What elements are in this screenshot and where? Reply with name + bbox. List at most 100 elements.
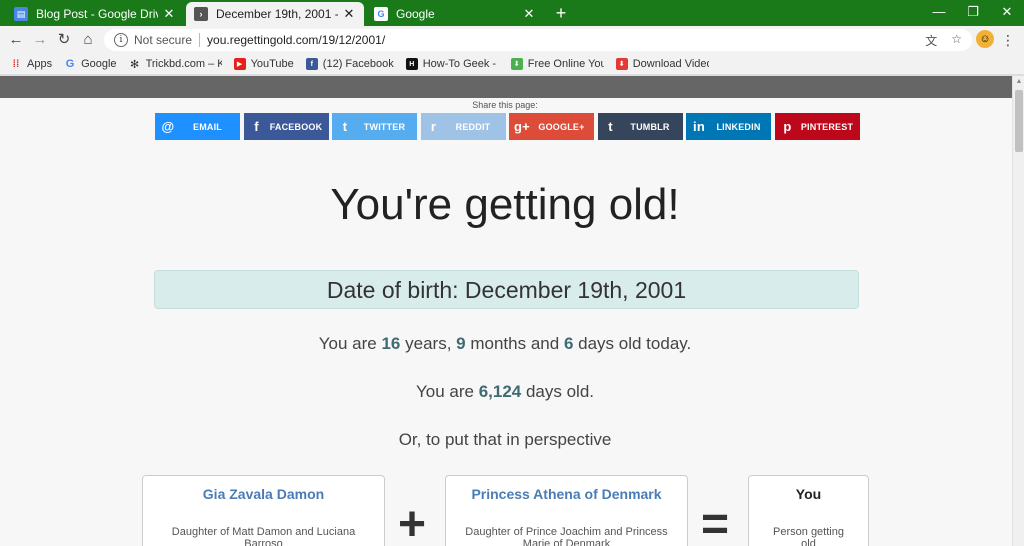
- share-linkedin-button[interactable]: in LINKEDIN: [686, 113, 771, 140]
- facebook-icon: f: [254, 119, 259, 134]
- bookmark-download-video[interactable]: ⬇ Download Video and: [615, 58, 709, 70]
- bookmark-label: Trickbd.com – Know T: [145, 58, 222, 70]
- share-label-text: EMAIL: [193, 121, 222, 132]
- tab-you-re-getting-old[interactable]: › December 19th, 2001 - You're Ge ✕: [186, 2, 364, 26]
- browser-toolbar: ← → ↻ ⌂ i Not secure you.regettingold.co…: [0, 26, 1024, 54]
- person-name[interactable]: Gia Zavala Damon: [143, 486, 384, 502]
- tab-close-icon[interactable]: ✕: [162, 6, 176, 22]
- bookmark-label: Free Online YouTube: [527, 58, 604, 70]
- age-days-label: days old today.: [578, 334, 692, 353]
- download-video-icon: ⬇: [615, 58, 628, 70]
- download-arrow-icon: ⬇: [510, 58, 523, 70]
- share-email-button[interactable]: @ EMAIL: [155, 113, 240, 140]
- bookmark-youtube[interactable]: ▶ YouTube: [233, 58, 294, 70]
- share-tumblr-button[interactable]: t TUMBLR: [597, 113, 683, 140]
- bookmark-howtogeek[interactable]: H How-To Geek - We E: [405, 58, 499, 70]
- twitter-bird-icon: t: [342, 119, 348, 134]
- bookmark-free-online-youtube[interactable]: ⬇ Free Online YouTube: [510, 58, 604, 70]
- share-facebook-button[interactable]: f FACEBOOK: [243, 113, 329, 140]
- divider: [199, 33, 201, 47]
- bookmark-label: How-To Geek - We E: [422, 58, 499, 70]
- date-of-birth-banner: Date of birth: December 19th, 2001: [154, 270, 859, 309]
- person-card: Princess Athena of Denmark Daughter of P…: [445, 475, 688, 546]
- close-window-icon[interactable]: ✕: [990, 0, 1024, 26]
- person-card: Gia Zavala Damon Daughter of Matt Damon …: [142, 475, 385, 546]
- days-suffix: days old.: [525, 382, 595, 401]
- reddit-icon: r: [430, 119, 437, 134]
- person-name: You: [795, 486, 822, 502]
- days-prefix: You are: [415, 382, 474, 401]
- bookmark-label: Download Video and: [632, 58, 709, 70]
- person-description: Daughter of Prince Joachim and Princess …: [465, 526, 668, 546]
- scroll-up-arrow-icon[interactable]: ▲: [1015, 78, 1023, 86]
- bookmark-label: Apps: [27, 58, 53, 70]
- bookmark-star-icon[interactable]: ☆: [951, 32, 962, 49]
- facebook-icon: f: [305, 58, 318, 70]
- reload-icon[interactable]: ↻: [54, 30, 74, 50]
- translate-icon[interactable]: 文: [925, 32, 937, 49]
- info-icon[interactable]: i: [114, 33, 128, 47]
- share-googleplus-button[interactable]: g+ GOOGLE+: [509, 113, 594, 140]
- age-prefix: You are: [318, 334, 377, 353]
- scroll-thumb[interactable]: [1015, 90, 1023, 152]
- site-icon: ›: [194, 7, 208, 21]
- back-icon[interactable]: ←: [6, 30, 26, 50]
- profile-avatar-icon[interactable]: ☺: [976, 30, 994, 48]
- share-label-text: PINTEREST: [800, 121, 854, 132]
- tab-strip: ▤ Blog Post - Google Drive ✕ › December …: [0, 0, 1024, 26]
- share-label-text: FACEBOOK: [269, 121, 323, 132]
- age-months: 9: [456, 334, 466, 353]
- restore-icon[interactable]: ❐: [956, 0, 990, 26]
- url-text[interactable]: you.regettingold.com/19/12/2001/: [207, 33, 385, 47]
- security-status: Not secure: [134, 33, 193, 47]
- days-total: You are 6,124 days old.: [155, 382, 855, 402]
- bookmarks-bar: ⁞⁞ Apps G Google ✻ Trickbd.com – Know T …: [0, 54, 1024, 74]
- perspective-heading: Or, to put that in perspective: [398, 430, 612, 449]
- youtube-icon: ▶: [233, 58, 246, 70]
- tab-google[interactable]: G Google ✕: [366, 2, 544, 26]
- bookmark-label: Google: [81, 58, 117, 70]
- share-pinterest-button[interactable]: p PINTEREST: [774, 113, 860, 140]
- person-description: Daughter of Matt Damon and Luciana Barro…: [171, 526, 356, 546]
- equals-operator: =: [701, 498, 730, 546]
- forward-icon[interactable]: →: [30, 30, 50, 50]
- tab-close-icon[interactable]: ✕: [342, 6, 356, 22]
- person-name[interactable]: Princess Athena of Denmark: [446, 486, 687, 502]
- bookmark-apps[interactable]: ⁞⁞ Apps: [10, 58, 52, 70]
- tab-close-icon[interactable]: ✕: [522, 6, 536, 22]
- pinterest-icon: p: [783, 119, 792, 134]
- linkedin-icon: in: [693, 119, 705, 134]
- bookmark-facebook[interactable]: f (12) Facebook: [305, 58, 394, 70]
- days-total-value: 6,124: [478, 382, 522, 401]
- at-sign-icon: @: [161, 119, 175, 134]
- menu-kebab-icon[interactable]: ⋮: [1000, 30, 1016, 50]
- google-icon: G: [374, 7, 388, 21]
- age-days: 6: [563, 334, 574, 353]
- share-label-text: TWITTER: [363, 121, 406, 132]
- tab-title: Blog Post - Google Drive: [36, 7, 158, 21]
- bookmark-label: (12) Facebook: [322, 58, 394, 70]
- person-description: Person getting old: [773, 526, 844, 546]
- new-tab-button[interactable]: +: [550, 3, 572, 23]
- share-reddit-button[interactable]: r REDDIT: [420, 113, 506, 140]
- share-twitter-button[interactable]: t TWITTER: [332, 113, 417, 140]
- bookmark-label: YouTube: [250, 58, 294, 70]
- site-header-bar: [0, 76, 1012, 98]
- tab-google-drive[interactable]: ▤ Blog Post - Google Drive ✕: [6, 2, 184, 26]
- google-plus-icon: g+: [514, 119, 530, 134]
- page-title: You're getting old!: [330, 180, 680, 229]
- share-buttons: @ EMAIL f FACEBOOK t TWITTER r REDDIT g+…: [155, 113, 863, 140]
- google-icon: G: [65, 58, 75, 70]
- apps-grid-icon: ⁞⁞: [12, 58, 20, 70]
- minimize-icon[interactable]: —: [922, 0, 956, 26]
- bookmark-google[interactable]: G Google: [64, 58, 117, 70]
- home-icon[interactable]: ⌂: [78, 30, 98, 50]
- bookmark-trickbd[interactable]: ✻ Trickbd.com – Know T: [129, 58, 222, 70]
- howtogeek-icon: H: [405, 58, 418, 70]
- tab-title: December 19th, 2001 - You're Ge: [216, 7, 338, 21]
- address-bar[interactable]: i Not secure you.regettingold.com/19/12/…: [104, 29, 972, 51]
- share-label-text: GOOGLE+: [538, 121, 585, 132]
- page-scrollbar[interactable]: ▲: [1012, 76, 1024, 546]
- plus-operator: +: [398, 498, 427, 546]
- tumblr-icon: t: [608, 119, 613, 134]
